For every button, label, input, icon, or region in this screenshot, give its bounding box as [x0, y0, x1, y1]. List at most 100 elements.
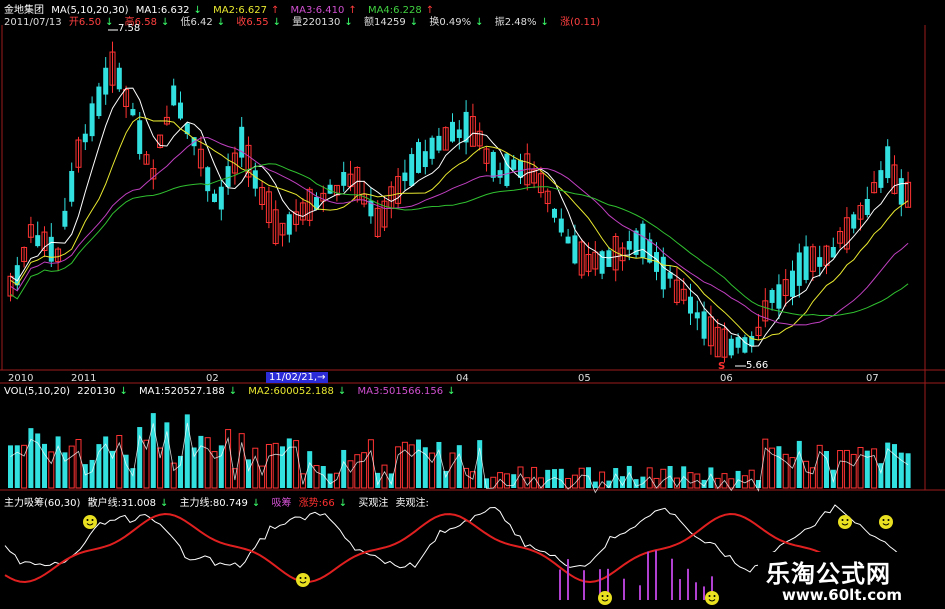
candle-down: [178, 102, 183, 119]
quote-volume: 量220130 ↓: [292, 17, 353, 28]
volume-ma1: MA1:520527.188 ↓: [139, 386, 238, 397]
volume-bar-down: [436, 441, 442, 488]
volume-bar-up: [857, 446, 864, 489]
candle-down: [742, 337, 748, 353]
quote-amount: 额14259 ↓: [363, 17, 419, 28]
volume-ma2: MA2:600052.188 ↓: [248, 386, 347, 397]
cursor-date-box: 11/02/21,→: [266, 372, 329, 383]
quote-close: 收6.55 ↓: [236, 17, 282, 28]
candle-down: [830, 246, 836, 258]
candle-down: [518, 160, 523, 178]
volume-bar-up: [850, 453, 857, 489]
volume-bar-up: [347, 460, 354, 489]
smiley-eye: [882, 519, 885, 521]
candle-down: [599, 251, 605, 274]
volume-bar-up: [660, 468, 667, 489]
volume-bar-up: [272, 442, 279, 489]
volume-bar-up: [313, 465, 320, 489]
volume-bar-up: [871, 448, 878, 489]
volume-bar-up: [843, 449, 850, 489]
volume-ma3: MA3:501566.156 ↓: [357, 386, 456, 397]
smiley-eye: [304, 577, 307, 579]
volume-bar-up: [367, 439, 374, 489]
volume-bar-down: [55, 436, 61, 488]
volume-bar-down: [341, 449, 347, 488]
volume-bar-up: [646, 467, 653, 489]
volume-bar-up: [782, 453, 789, 489]
volume-bar-down: [8, 445, 13, 488]
stock-chart: [0, 25, 945, 605]
ma10-line: [10, 116, 909, 341]
volume-bar-up: [265, 443, 272, 489]
volume-bar-down: [14, 445, 20, 488]
quote-date: 2011/07/13: [4, 17, 62, 28]
candle-down: [885, 146, 891, 179]
quote-change: 涨(0.11): [560, 17, 601, 28]
candle-down: [511, 159, 517, 170]
candle-down: [48, 236, 54, 262]
volume-bar-down: [701, 479, 707, 488]
smiley-eye: [846, 519, 849, 521]
candle-down: [796, 252, 802, 286]
volume-bar-down: [110, 450, 115, 488]
candle-down: [341, 172, 347, 186]
volume-bar-down: [586, 467, 591, 488]
retail-line-value: 散户线:31.008 ↓: [87, 498, 169, 509]
sell-signal-mark: S: [718, 361, 726, 372]
candle-down: [660, 256, 666, 290]
candle-down: [116, 67, 122, 90]
smiley-eye: [708, 595, 711, 597]
quote-low: 低6.42 ↓: [180, 17, 226, 28]
candle-down: [688, 296, 693, 314]
low-price-mark: 5.66: [746, 360, 769, 371]
volume-info-line: VOL(5,10,20) 220130 ↓ MA1:520527.188 ↓ MA2…: [4, 386, 464, 397]
volume-bar-up: [809, 467, 816, 489]
volume-bar-up: [143, 439, 150, 489]
volume-bar-up: [578, 467, 585, 489]
candle-down: [558, 218, 564, 233]
watermark-title: 乐淘公式网: [766, 560, 891, 588]
volume-bar-down: [796, 440, 802, 488]
volume-bar-up: [599, 471, 606, 489]
candle-down: [171, 85, 177, 106]
smiley-icon: [838, 515, 852, 529]
volume-bar-down: [416, 439, 421, 488]
volume-bar-down: [327, 473, 333, 488]
candle-down: [69, 170, 75, 202]
volume-bar-down: [286, 438, 292, 488]
candle-down: [130, 109, 136, 116]
candle-down: [89, 103, 95, 137]
smiley-eye: [841, 519, 844, 521]
volume-value: 220130 ↓: [77, 386, 128, 397]
volume-bar-up: [429, 452, 436, 489]
candle-down: [572, 235, 578, 264]
volume-bar-down: [28, 428, 34, 488]
volume-bar-up: [497, 472, 504, 489]
volume-bar-down: [456, 445, 462, 488]
candle-down: [82, 133, 88, 143]
volume-bar-up: [48, 451, 55, 489]
candle-down: [212, 193, 217, 203]
candle-down: [701, 311, 707, 339]
volume-bar-down: [511, 474, 517, 488]
date-tick-2010: 2010: [8, 373, 34, 384]
volume-bar-up: [68, 445, 75, 489]
candle-down: [504, 153, 510, 186]
candle-down: [137, 120, 143, 154]
candle-down: [728, 338, 734, 356]
quote-turnover: 换0.49% ↓: [429, 17, 484, 28]
candle-down: [103, 67, 109, 95]
candle-down: [565, 236, 571, 244]
high-price-mark: 7.58: [118, 23, 141, 34]
volume-bar-up: [395, 446, 402, 489]
volume-bar-up: [381, 464, 388, 489]
volume-bar-down: [96, 444, 102, 488]
smiley-icon: [879, 515, 893, 529]
date-tick-02: 02: [206, 373, 219, 384]
candle-down: [878, 170, 884, 188]
candle-down: [96, 86, 102, 117]
smiley-icon: [598, 591, 612, 605]
volume-bar-up: [157, 447, 164, 489]
date-tick-04: 04: [456, 373, 469, 384]
candle-down: [429, 137, 435, 159]
